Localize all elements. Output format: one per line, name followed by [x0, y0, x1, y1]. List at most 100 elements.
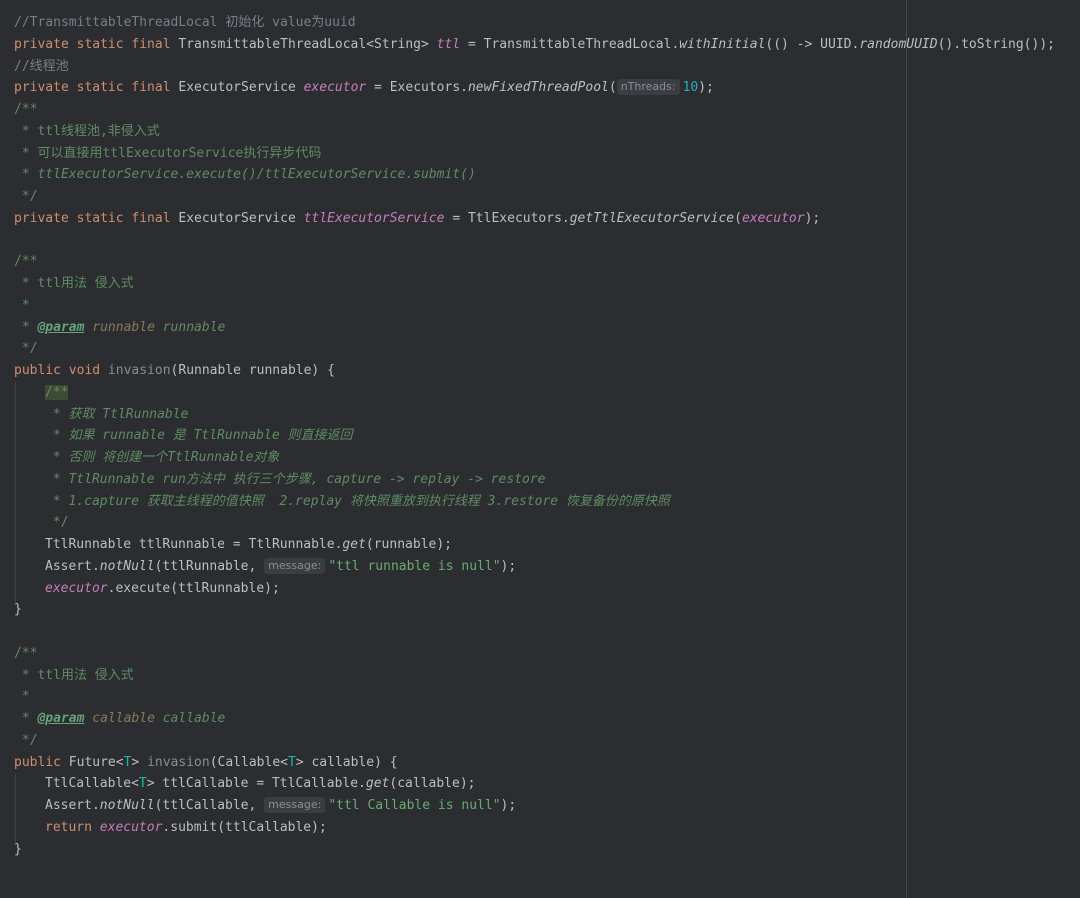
code-line: * ttl用法 侵入式: [14, 665, 1055, 687]
code-text: );: [500, 558, 517, 574]
doc-comment: */: [14, 189, 38, 204]
code-text: Future<: [68, 754, 124, 770]
code-text: = TtlExecutors.: [444, 210, 570, 226]
code-line: }: [14, 839, 1055, 861]
code-text: Assert.: [45, 798, 100, 813]
code-line: * 1.capture 获取主线程的值快照 2.replay 将快照重放到执行线…: [14, 491, 1055, 513]
code-line: /**: [14, 251, 1055, 273]
doc-comment: /**: [14, 645, 38, 661]
doc-comment: * TtlRunnable run方法中 执行三个步骤, capture -> …: [45, 471, 546, 487]
field-name: executor: [45, 580, 108, 596]
code-text: (Runnable runnable) {: [170, 363, 335, 378]
code-text: (() -> UUID.: [765, 36, 860, 52]
code-text: (Callable<: [209, 754, 288, 770]
line-comment: //线程池: [14, 58, 69, 74]
code-line: * 否则 将创建一个TtlRunnable对象: [14, 447, 1055, 469]
field-name: ttl: [436, 36, 461, 52]
parameter-hint: nThreads:: [616, 79, 680, 96]
doc-comment: /**: [14, 102, 38, 117]
doc-comment: * ttl用法 侵入式: [14, 276, 134, 291]
method-call: get: [342, 537, 366, 552]
string-literal: "ttl runnable is null": [328, 558, 501, 574]
code-text: );: [698, 80, 714, 96]
code-text: (callable);: [389, 776, 476, 792]
string-literal: "ttl Callable is null": [328, 798, 501, 813]
keyword: public void: [14, 363, 108, 378]
doc-tag: @param: [37, 711, 85, 726]
keyword: public: [14, 754, 69, 770]
code-line: /**: [14, 643, 1055, 665]
method-call: notNull: [99, 558, 155, 574]
doc-comment: runnable: [154, 319, 226, 335]
field-name: executor: [303, 80, 367, 96]
code-editor[interactable]: //TransmittableThreadLocal 初始化 value为uui…: [0, 0, 1080, 898]
number-literal: 10: [682, 80, 699, 96]
code-text: (runnable);: [365, 537, 452, 552]
code-text: = Executors.: [366, 80, 468, 96]
type-name: ExecutorService: [178, 80, 304, 96]
code-text: (ttlCallable,: [154, 798, 265, 813]
code-line: * ttl用法 侵入式: [14, 273, 1055, 295]
doc-comment: /**: [45, 384, 69, 400]
doc-comment: *: [14, 319, 38, 335]
field-name: ttlExecutorService: [303, 210, 445, 226]
doc-comment: * ttl线程池,非侵入式: [14, 123, 160, 139]
code-text: );: [500, 798, 517, 813]
method-call: notNull: [99, 798, 155, 813]
code-line: public void invasion(Runnable runnable) …: [14, 360, 1055, 382]
code-text: >: [131, 754, 148, 770]
doc-comment: * ttlExecutorService.execute()/ttlExecut…: [14, 167, 476, 183]
code-text: Assert.: [45, 558, 100, 574]
doc-comment: * ttl用法 侵入式: [14, 667, 134, 683]
code-text: (: [734, 210, 742, 226]
code-text: );: [804, 210, 821, 226]
code-text: ().toString());: [937, 36, 1055, 52]
code-line: executor.execute(ttlRunnable);: [14, 578, 1055, 600]
code-line: //线程池: [14, 56, 1055, 78]
doc-comment: /**: [14, 254, 38, 270]
code-line: */: [14, 512, 1055, 534]
code-text: > callable) {: [295, 754, 398, 770]
code-text: TtlCallable<: [45, 776, 139, 792]
doc-comment: *: [14, 297, 30, 313]
code-line: * TtlRunnable run方法中 执行三个步骤, capture -> …: [14, 469, 1055, 491]
parameter-hint: message:: [264, 797, 326, 813]
code-line: //TransmittableThreadLocal 初始化 value为uui…: [14, 12, 1055, 34]
doc-comment: callable: [154, 711, 226, 726]
keyword: private static final: [14, 36, 179, 52]
code-area[interactable]: //TransmittableThreadLocal 初始化 value为uui…: [14, 12, 1055, 860]
code-line: *: [14, 295, 1055, 317]
code-text: }: [14, 602, 22, 618]
code-line: private static final ExecutorService exe…: [14, 77, 1055, 99]
code-line: * 如果 runnable 是 TtlRunnable 则直接返回: [14, 425, 1055, 447]
code-line: private static final TransmittableThread…: [14, 34, 1055, 56]
code-line: /**: [14, 99, 1055, 121]
line-comment: //TransmittableThreadLocal 初始化 value为uui…: [14, 15, 356, 30]
code-line: TtlCallable<T> ttlCallable = TtlCallable…: [14, 773, 1055, 795]
field-name: executor: [99, 819, 163, 835]
method-name: invasion: [107, 363, 171, 378]
doc-tag: @param: [37, 319, 85, 335]
code-line: * @param callable callable: [14, 708, 1055, 730]
code-line: private static final ExecutorService ttl…: [14, 208, 1055, 230]
code-text: > ttlCallable = TtlCallable.: [146, 776, 366, 792]
doc-comment: * 获取 TtlRunnable: [45, 406, 189, 422]
code-text: .submit(ttlCallable);: [162, 819, 327, 835]
code-line: *: [14, 686, 1055, 708]
code-line: * 可以直接用ttlExecutorService执行异步代码: [14, 143, 1055, 165]
code-text: }: [14, 841, 22, 857]
code-line: }: [14, 599, 1055, 621]
field-name: executor: [741, 210, 805, 226]
method-call: withInitial: [679, 36, 766, 52]
type-name: ExecutorService: [178, 210, 304, 226]
code-text: (ttlRunnable,: [154, 558, 265, 574]
generic-param: T: [287, 754, 296, 770]
doc-comment: * 否则 将创建一个TtlRunnable对象: [45, 450, 280, 465]
parameter-hint: message:: [264, 557, 326, 574]
method-call: get: [365, 776, 390, 792]
doc-param-name: runnable: [92, 319, 155, 335]
doc-comment: *: [14, 711, 38, 726]
code-line: * @param runnable runnable: [14, 317, 1055, 339]
code-text: = TransmittableThreadLocal.: [460, 36, 680, 52]
